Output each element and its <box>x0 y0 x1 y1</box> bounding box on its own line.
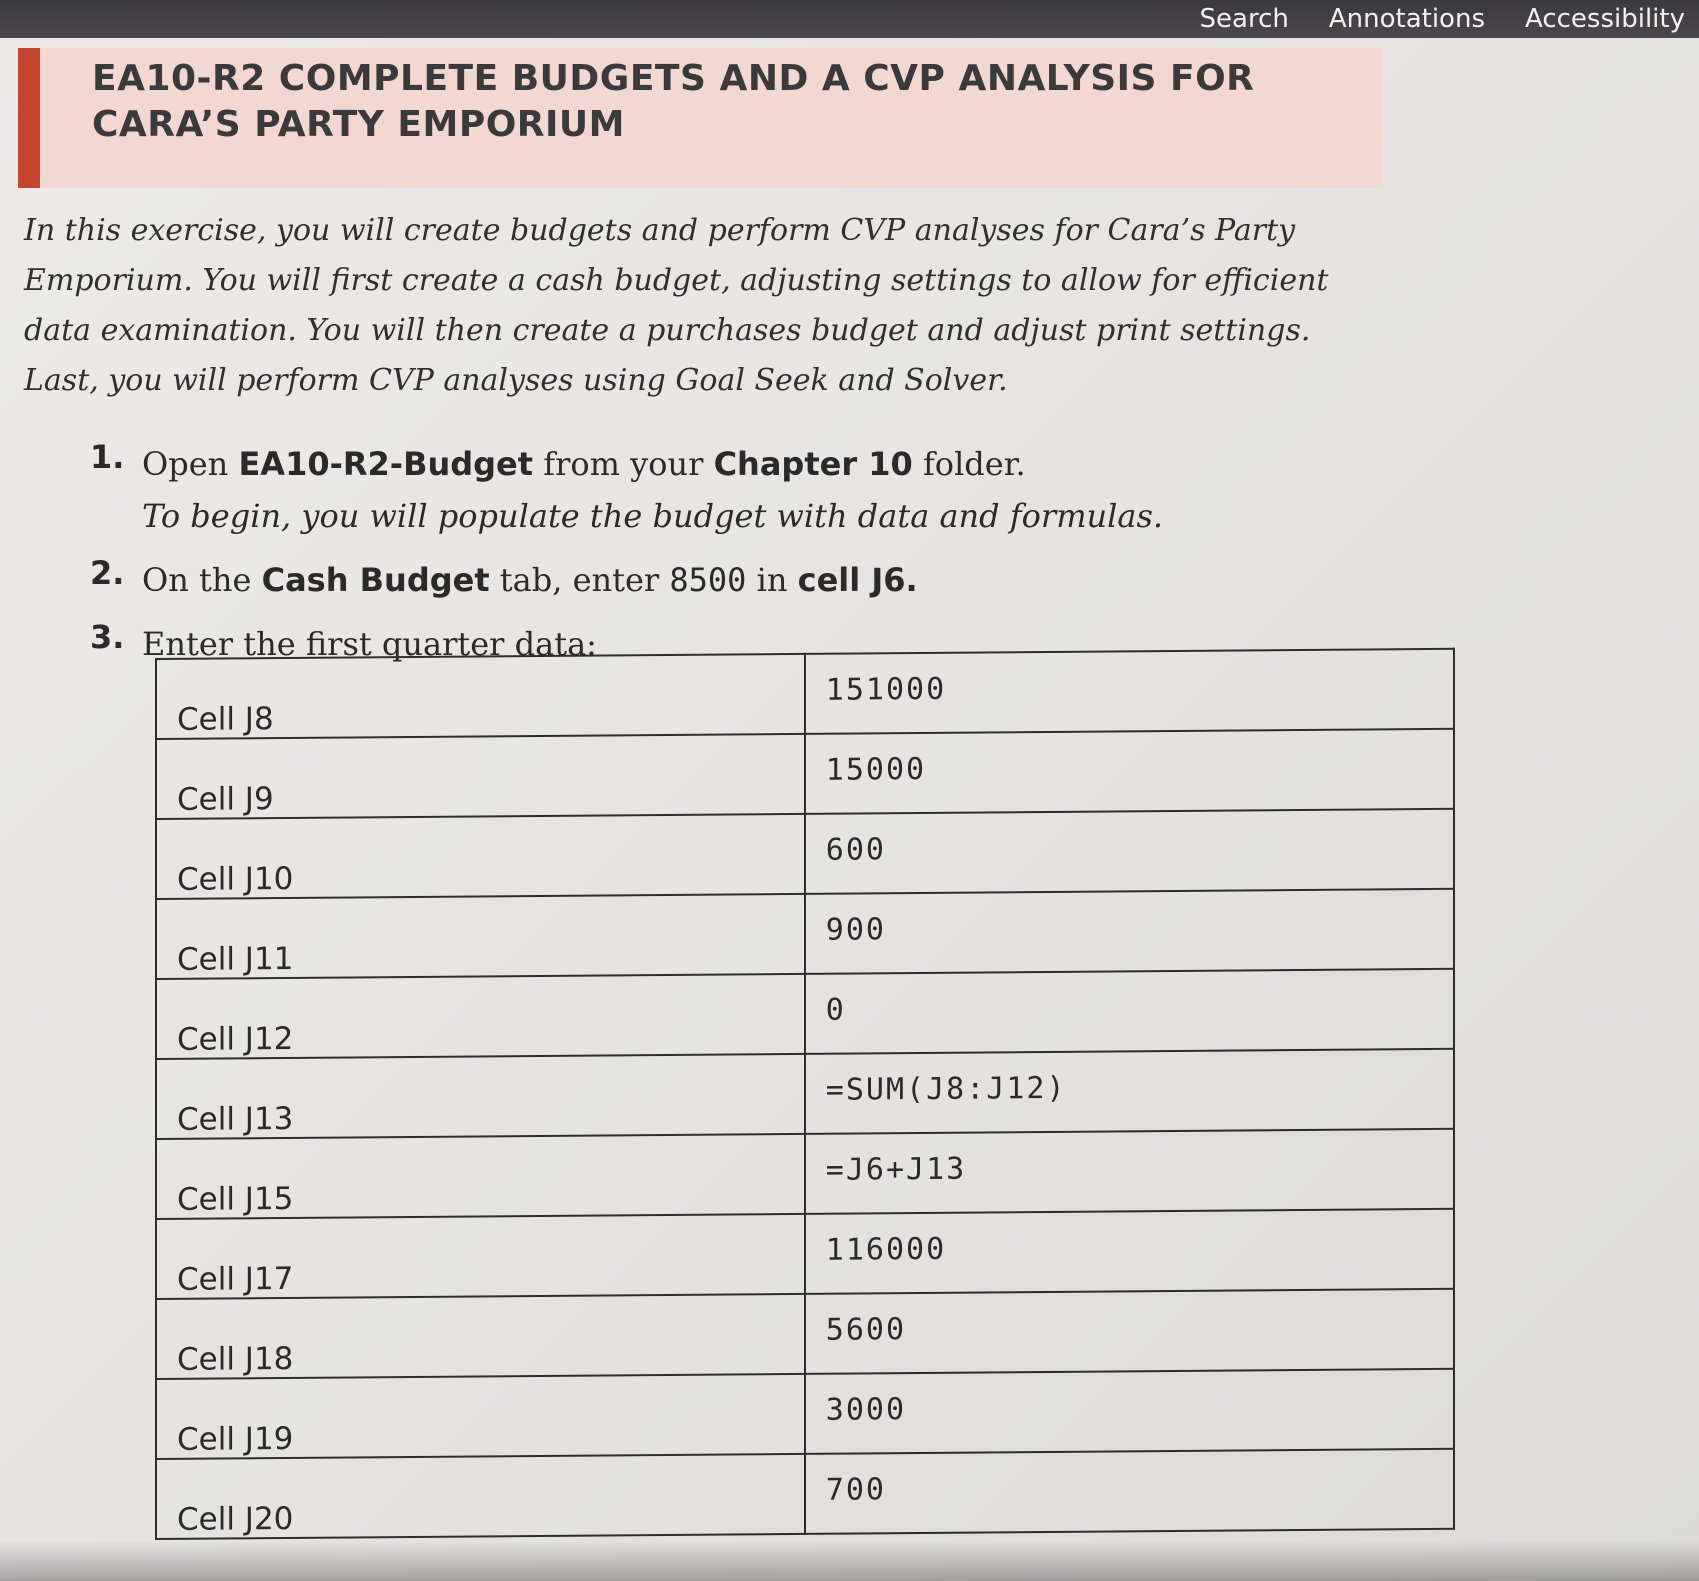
cell-value: =J6+J13 <box>804 1128 1454 1214</box>
cell-value: 700 <box>804 1448 1454 1534</box>
cell-reference: Cell J17 <box>156 1213 805 1299</box>
cell-reference: Cell J18 <box>156 1293 805 1379</box>
cell-reference: Cell J9 <box>156 733 805 819</box>
step-2: 2. On the Cash Budget tab, enter 8500 in… <box>90 554 1390 606</box>
entry-value: 8500 <box>669 561 747 599</box>
quarter-data-table: Cell J8 151000 Cell J9 15000 Cell J10 60… <box>155 648 1455 1540</box>
cell-reference: Cell J20 <box>156 1453 805 1539</box>
cell-reference: Cell J19 <box>156 1373 805 1459</box>
table-row: Cell J20 700 <box>156 1448 1454 1539</box>
folder-name: Chapter 10 <box>713 445 913 483</box>
exercise-title: EA10-R2 COMPLETE BUDGETS AND A CVP ANALY… <box>92 58 1255 145</box>
cell-value: 3000 <box>804 1368 1454 1454</box>
table-row: Cell J11 900 <box>156 888 1454 979</box>
top-nav-bar: Search Annotations Accessibility <box>0 0 1699 38</box>
table-row: Cell J17 116000 <box>156 1208 1454 1299</box>
cell-reference: Cell J8 <box>156 653 805 739</box>
step-number: 3. <box>90 618 125 656</box>
annotations-link[interactable]: Annotations <box>1329 4 1485 34</box>
table-row: Cell J15 =J6+J13 <box>156 1128 1454 1219</box>
step-text: Open EA10-R2-Budget from your Chapter 10… <box>142 445 1026 483</box>
table-row: Cell J9 15000 <box>156 728 1454 819</box>
table-row: Cell J8 151000 <box>156 648 1454 739</box>
accessibility-link[interactable]: Accessibility <box>1525 4 1685 34</box>
cell-value: 600 <box>804 808 1454 894</box>
cell-reference: Cell J10 <box>156 813 805 899</box>
step-number: 2. <box>90 554 125 592</box>
cell-value: =SUM(J8:J12) <box>804 1048 1454 1134</box>
cell-value: 900 <box>804 888 1454 974</box>
cell-value: 5600 <box>804 1288 1454 1374</box>
cell-reference: Cell J13 <box>156 1053 805 1139</box>
exercise-banner: EA10-R2 COMPLETE BUDGETS AND A CVP ANALY… <box>18 48 1383 188</box>
table-row: Cell J13 =SUM(J8:J12) <box>156 1048 1454 1139</box>
step-number: 1. <box>90 438 125 476</box>
file-name: EA10-R2-Budget <box>238 445 534 483</box>
tab-name: Cash Budget <box>261 561 490 599</box>
page-edge-shadow <box>0 1541 1699 1581</box>
step-text: On the Cash Budget tab, enter 8500 in ce… <box>142 561 918 599</box>
top-nav: Search Annotations Accessibility <box>1200 0 1685 38</box>
search-link[interactable]: Search <box>1200 4 1289 34</box>
cell-value: 116000 <box>804 1208 1454 1294</box>
table-row: Cell J10 600 <box>156 808 1454 899</box>
cell-reference: Cell J11 <box>156 893 805 979</box>
step-note: To begin, you will populate the budget w… <box>142 497 1164 535</box>
cell-value: 15000 <box>804 728 1454 814</box>
table-row: Cell J19 3000 <box>156 1368 1454 1459</box>
cell-value: 0 <box>804 968 1454 1054</box>
steps-list: 1. Open EA10-R2-Budget from your Chapter… <box>90 438 1390 682</box>
step-1: 1. Open EA10-R2-Budget from your Chapter… <box>90 438 1390 542</box>
cell-value: 151000 <box>804 648 1454 734</box>
intro-paragraph: In this exercise, you will create budget… <box>24 213 1329 398</box>
document-page: EA10-R2 COMPLETE BUDGETS AND A CVP ANALY… <box>0 38 1699 1581</box>
cell-reference: Cell J12 <box>156 973 805 1059</box>
cell-reference: cell J6. <box>797 561 918 599</box>
cell-reference: Cell J15 <box>156 1133 805 1219</box>
table-row: Cell J12 0 <box>156 968 1454 1059</box>
table-row: Cell J18 5600 <box>156 1288 1454 1379</box>
